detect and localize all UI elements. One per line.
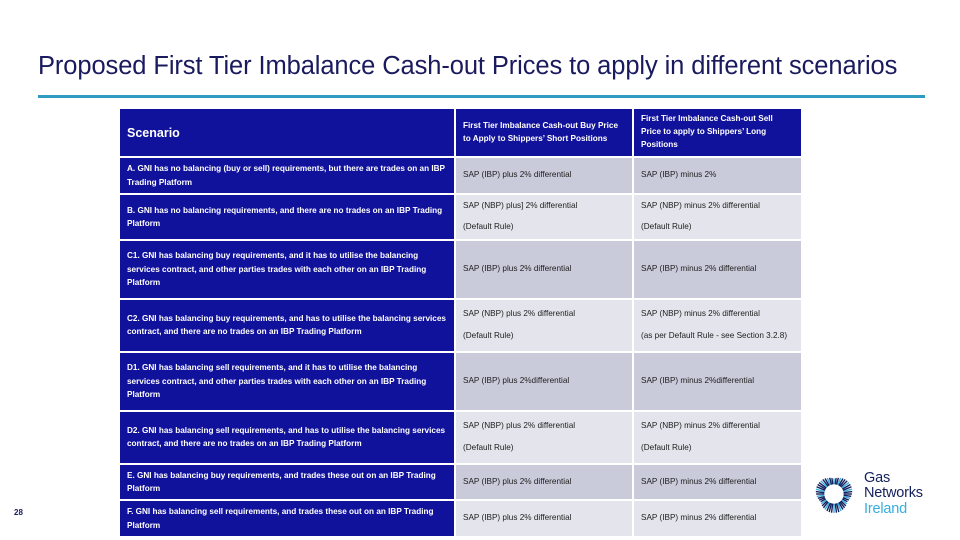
table-body: Scenario First Tier Imbalance Cash-out B… xyxy=(120,109,801,536)
sell-price-cell: SAP (IBP) minus 2% xyxy=(634,158,801,193)
scenario-cell: C1. GNI has balancing buy requirements, … xyxy=(120,240,454,298)
buy-price-cell: SAP (IBP) plus 2%differential xyxy=(456,352,632,410)
logo-line-networks: Networks xyxy=(864,485,923,502)
scenario-cell: E. GNI has balancing buy requirements, a… xyxy=(120,464,454,500)
imbalance-price-table: Scenario First Tier Imbalance Cash-out B… xyxy=(118,107,803,538)
scenario-cell: D2. GNI has balancing sell requirements,… xyxy=(120,411,454,463)
column-header-sell-price: First Tier Imbalance Cash-out Sell Price… xyxy=(634,109,801,156)
value-line: SAP (NBP) minus 2% differential xyxy=(641,201,760,210)
sell-price-cell: SAP (IBP) minus 2% differential xyxy=(634,240,801,298)
sell-price-cell: SAP (IBP) minus 2% differential xyxy=(634,501,801,536)
logo-line-gas: Gas xyxy=(864,470,890,487)
buy-price-cell: SAP (IBP) plus 2% differential xyxy=(456,240,632,298)
buy-price-cell: SAP (NBP) plus 2% differential (Default … xyxy=(456,299,632,351)
sell-price-cell: SAP (NBP) minus 2% differential (Default… xyxy=(634,195,801,239)
value-line: SAP (IBP) plus 2% differential xyxy=(463,513,572,523)
buy-price-cell: SAP (NBP) plus] 2% differential (Default… xyxy=(456,195,632,239)
value-line: SAP (IBP) plus 2%differential xyxy=(463,376,570,386)
value-line: SAP (NBP) plus] 2% differential xyxy=(463,201,578,210)
scenario-cell: C2. GNI has balancing buy requirements, … xyxy=(120,299,454,351)
sell-price-cell: SAP (IBP) minus 2% differential xyxy=(634,464,801,500)
value-line: (as per Default Rule - see Section 3.2.8… xyxy=(641,330,788,340)
scenario-cell: B. GNI has no balancing requirements, an… xyxy=(120,195,454,239)
gas-networks-ireland-logo: Gas Networks Ireland xyxy=(812,468,950,520)
value-line: (Default Rule) xyxy=(641,442,692,452)
page-title: Proposed First Tier Imbalance Cash-out P… xyxy=(38,52,898,80)
value-line: SAP (IBP) minus 2% xyxy=(641,170,717,180)
column-header-scenario: Scenario xyxy=(120,109,454,156)
radial-burst-icon xyxy=(815,477,853,513)
column-header-buy-price: First Tier Imbalance Cash-out Buy Price … xyxy=(456,109,632,156)
buy-price-cell: SAP (IBP) plus 2% differential xyxy=(456,464,632,500)
value-line: (Default Rule) xyxy=(463,222,514,232)
value-line: SAP (IBP) minus 2% differential xyxy=(641,264,757,274)
sell-price-cell: SAP (IBP) minus 2%differential xyxy=(634,352,801,410)
scenario-cell: A. GNI has no balancing (buy or sell) re… xyxy=(120,158,454,193)
buy-price-cell: SAP (NBP) plus 2% differential (Default … xyxy=(456,411,632,463)
sell-price-cell: SAP (NBP) minus 2% differential (as per … xyxy=(634,299,801,351)
logo-line-ireland: Ireland xyxy=(864,500,907,517)
table-row: B. GNI has no balancing requirements, an… xyxy=(120,195,801,239)
value-line: SAP (IBP) plus 2% differential xyxy=(463,170,572,180)
table-row: C1. GNI has balancing buy requirements, … xyxy=(120,240,801,298)
title-divider xyxy=(38,95,925,98)
value-line: (Default Rule) xyxy=(463,330,514,340)
value-line: SAP (IBP) plus 2% differential xyxy=(463,476,572,486)
table-header-row: Scenario First Tier Imbalance Cash-out B… xyxy=(120,109,801,156)
table-row: F. GNI has balancing sell requirements, … xyxy=(120,501,801,536)
buy-price-cell: SAP (IBP) plus 2% differential xyxy=(456,501,632,536)
value-line: SAP (IBP) minus 2% differential xyxy=(641,513,757,523)
slide-canvas: Proposed First Tier Imbalance Cash-out P… xyxy=(0,0,960,540)
table-row: E. GNI has balancing buy requirements, a… xyxy=(120,464,801,500)
table-row: C2. GNI has balancing buy requirements, … xyxy=(120,299,801,351)
table-row: A. GNI has no balancing (buy or sell) re… xyxy=(120,158,801,193)
value-line: SAP (NBP) plus 2% differential xyxy=(463,421,576,431)
scenario-cell: D1. GNI has balancing sell requirements,… xyxy=(120,352,454,410)
sell-price-cell: SAP (NBP) minus 2% differential (Default… xyxy=(634,411,801,463)
value-line: (Default Rule) xyxy=(463,442,514,452)
logo-wordmark: Gas Networks Ireland xyxy=(864,471,923,516)
buy-price-cell: SAP (IBP) plus 2% differential xyxy=(456,158,632,193)
table-row: D2. GNI has balancing sell requirements,… xyxy=(120,411,801,463)
page-number: 28 xyxy=(14,508,23,517)
value-line: SAP (IBP) plus 2% differential xyxy=(463,264,572,274)
value-line: SAP (IBP) minus 2%differential xyxy=(641,376,755,386)
value-line: SAP (NBP) plus 2% differential xyxy=(463,309,576,319)
value-line: SAP (NBP) minus 2% differential xyxy=(641,421,760,431)
value-line: SAP (NBP) minus 2% differential xyxy=(641,309,760,319)
value-line: (Default Rule) xyxy=(641,222,692,232)
value-line: SAP (IBP) minus 2% differential xyxy=(641,476,757,486)
table-row: D1. GNI has balancing sell requirements,… xyxy=(120,352,801,410)
scenario-cell: F. GNI has balancing sell requirements, … xyxy=(120,501,454,536)
